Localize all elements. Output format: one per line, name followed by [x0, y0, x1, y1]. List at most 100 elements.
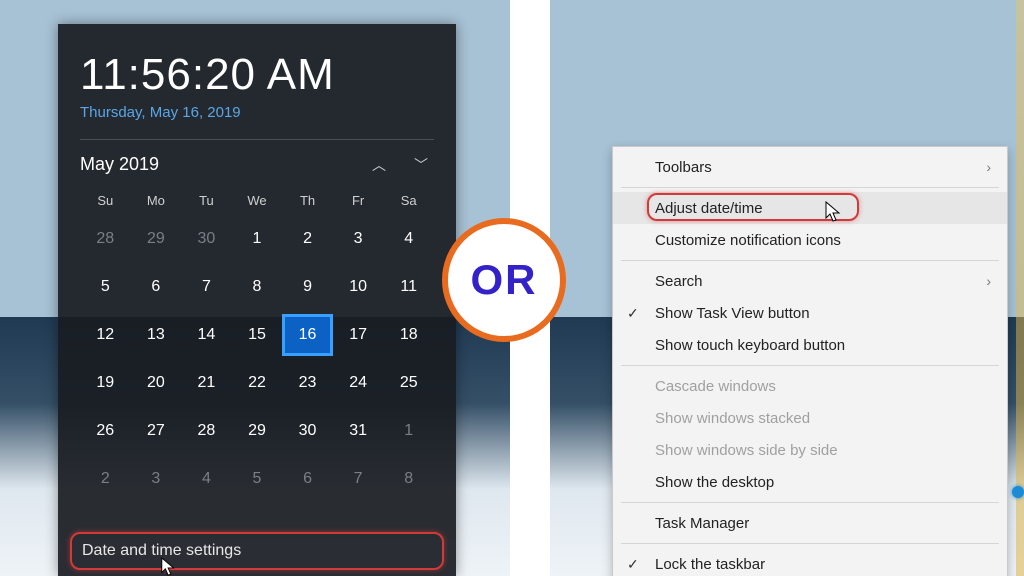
mouse-cursor-icon — [824, 200, 844, 224]
chevron-right-icon: › — [986, 273, 991, 289]
calendar-day[interactable]: 28 — [80, 218, 131, 260]
menu-item-label: Customize notification icons — [655, 232, 841, 249]
calendar-day-selected[interactable]: 16 — [282, 314, 333, 356]
calendar-day[interactable]: 24 — [333, 362, 384, 404]
calendar-day[interactable]: 3 — [131, 458, 182, 500]
month-header: May 2019 ︿ ﹀ — [80, 154, 434, 175]
month-label[interactable]: May 2019 — [80, 154, 159, 175]
calendar-day[interactable]: 19 — [80, 362, 131, 404]
menu-item[interactable]: Show the desktop — [613, 466, 1007, 498]
calendar-day[interactable]: 2 — [80, 458, 131, 500]
check-icon: ✓ — [627, 556, 639, 573]
calendar-day[interactable]: 20 — [131, 362, 182, 404]
menu-item[interactable]: Search › — [613, 265, 1007, 297]
dow-label: Sa — [383, 193, 434, 208]
menu-item[interactable]: ✓ Lock the taskbar — [613, 548, 1007, 576]
edge-indicator — [1012, 486, 1024, 498]
clock-time: 11:56:20 AM — [80, 50, 434, 100]
calendar-day[interactable]: 4 — [383, 218, 434, 260]
calendar-day[interactable]: 13 — [131, 314, 182, 356]
calendar-day[interactable]: 30 — [181, 218, 232, 260]
calendar-day[interactable]: 18 — [383, 314, 434, 356]
check-icon: ✓ — [627, 305, 639, 322]
calendar-day[interactable]: 11 — [383, 266, 434, 308]
menu-item[interactable]: Show touch keyboard button — [613, 329, 1007, 361]
calendar-day[interactable]: 8 — [232, 266, 283, 308]
menu-separator — [621, 187, 999, 188]
menu-separator — [621, 543, 999, 544]
calendar-day[interactable]: 17 — [333, 314, 384, 356]
menu-item-label: Cascade windows — [655, 378, 776, 395]
menu-item-label: Adjust date/time — [655, 200, 763, 217]
menu-item[interactable]: ✓ Show Task View button — [613, 297, 1007, 329]
separator — [80, 139, 434, 140]
calendar-day[interactable]: 21 — [181, 362, 232, 404]
calendar-day[interactable]: 12 — [80, 314, 131, 356]
menu-item-label: Lock the taskbar — [655, 556, 765, 573]
dow-label: We — [232, 193, 283, 208]
calendar-day[interactable]: 1 — [232, 218, 283, 260]
menu-item[interactable]: Adjust date/time — [613, 192, 1007, 224]
calendar-day[interactable]: 10 — [333, 266, 384, 308]
calendar-day[interactable]: 9 — [282, 266, 333, 308]
menu-separator — [621, 502, 999, 503]
calendar-grid: 2829301234567891011121314151617181920212… — [80, 218, 434, 500]
menu-separator — [621, 260, 999, 261]
menu-item-label: Toolbars — [655, 159, 712, 176]
calendar-day[interactable]: 8 — [383, 458, 434, 500]
menu-item[interactable]: Customize notification icons — [613, 224, 1007, 256]
calendar-day[interactable]: 7 — [333, 458, 384, 500]
menu-item-label: Show touch keyboard button — [655, 337, 845, 354]
dow-label: Mo — [131, 193, 182, 208]
calendar-day[interactable]: 7 — [181, 266, 232, 308]
clock-date-long[interactable]: Thursday, May 16, 2019 — [80, 104, 434, 121]
calendar-day[interactable]: 6 — [131, 266, 182, 308]
calendar-day[interactable]: 1 — [383, 410, 434, 452]
calendar-day[interactable]: 22 — [232, 362, 283, 404]
calendar-day[interactable]: 5 — [232, 458, 283, 500]
calendar-day[interactable]: 5 — [80, 266, 131, 308]
calendar-day[interactable]: 29 — [131, 218, 182, 260]
calendar-day[interactable]: 29 — [232, 410, 283, 452]
or-badge: OR — [442, 218, 566, 342]
chevron-right-icon: › — [986, 159, 991, 175]
menu-item[interactable]: Toolbars › — [613, 151, 1007, 183]
dow-label: Su — [80, 193, 131, 208]
menu-item-label: Show Task View button — [655, 305, 810, 322]
calendar-day[interactable]: 15 — [232, 314, 283, 356]
calendar-day[interactable]: 2 — [282, 218, 333, 260]
calendar-day[interactable]: 26 — [80, 410, 131, 452]
dow-label: Tu — [181, 193, 232, 208]
chevron-up-icon[interactable]: ︿ — [372, 155, 386, 175]
menu-item: Cascade windows — [613, 370, 1007, 402]
menu-item-label: Show windows side by side — [655, 442, 838, 459]
menu-separator — [621, 365, 999, 366]
calendar-day[interactable]: 30 — [282, 410, 333, 452]
calendar-day[interactable]: 6 — [282, 458, 333, 500]
highlight-date-time-settings: Date and time settings — [70, 532, 444, 570]
day-of-week-header: SuMoTuWeThFrSa — [80, 193, 434, 208]
calendar-day[interactable]: 3 — [333, 218, 384, 260]
calendar-day[interactable]: 4 — [181, 458, 232, 500]
chevron-down-icon[interactable]: ﹀ — [414, 155, 428, 175]
taskbar-context-menu: Toolbars › Adjust date/time Customize notif… — [612, 146, 1008, 576]
menu-item-label: Show windows stacked — [655, 410, 810, 427]
dow-label: Th — [282, 193, 333, 208]
clock-calendar-flyout: 11:56:20 AM Thursday, May 16, 2019 May 2… — [58, 24, 456, 576]
calendar-day[interactable]: 27 — [131, 410, 182, 452]
date-time-settings-link[interactable]: Date and time settings — [82, 542, 432, 560]
menu-item[interactable]: Task Manager — [613, 507, 1007, 539]
dow-label: Fr — [333, 193, 384, 208]
calendar-day[interactable]: 14 — [181, 314, 232, 356]
menu-item: Show windows side by side — [613, 434, 1007, 466]
mouse-cursor-icon — [160, 556, 178, 576]
calendar-day[interactable]: 28 — [181, 410, 232, 452]
calendar-day[interactable]: 23 — [282, 362, 333, 404]
menu-item-label: Task Manager — [655, 515, 749, 532]
calendar-day[interactable]: 31 — [333, 410, 384, 452]
menu-item-label: Show the desktop — [655, 474, 774, 491]
menu-item-label: Search — [655, 273, 703, 290]
calendar-day[interactable]: 25 — [383, 362, 434, 404]
month-nav: ︿ ﹀ — [372, 155, 434, 175]
or-label: OR — [471, 256, 538, 304]
